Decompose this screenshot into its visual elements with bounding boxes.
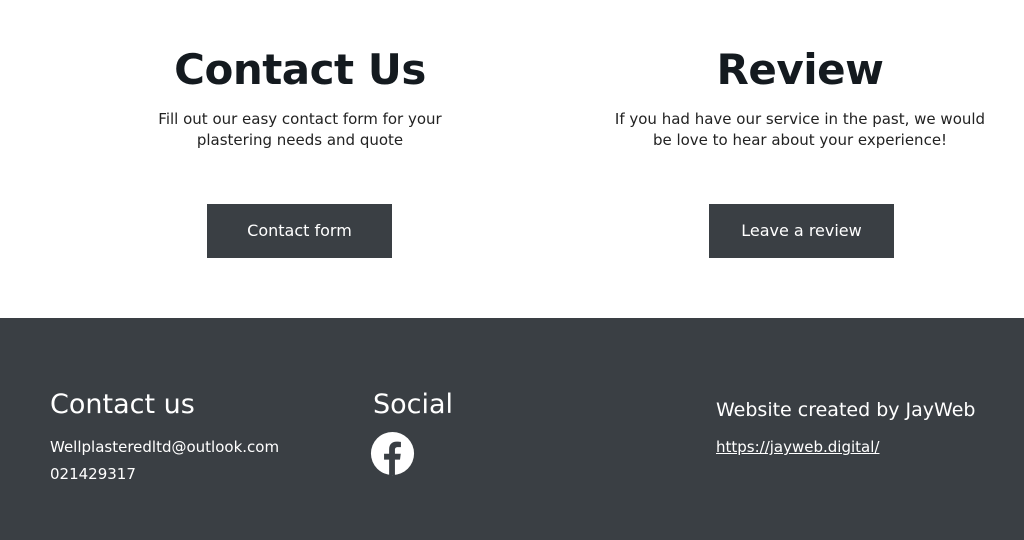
review-description: If you had have our service in the past,… — [614, 110, 986, 149]
jayweb-link[interactable]: https://jayweb.digital/ — [716, 437, 879, 457]
footer-social-heading: Social — [373, 389, 454, 420]
footer: Contact us Wellplasteredltd@outlook.com … — [0, 318, 1024, 540]
facebook-icon[interactable] — [370, 431, 415, 476]
review-title: Review — [716, 45, 884, 94]
footer-credit-heading: Website created by JayWeb — [716, 399, 976, 421]
contact-title: Contact Us — [174, 45, 426, 94]
cta-section: Contact Us Fill out our easy contact for… — [0, 0, 1024, 318]
footer-phone: 021429317 — [50, 465, 136, 483]
leave-review-button[interactable]: Leave a review — [709, 204, 894, 258]
footer-contact-heading: Contact us — [50, 389, 195, 420]
contact-form-button[interactable]: Contact form — [207, 204, 392, 258]
footer-email: Wellplasteredltd@outlook.com — [50, 438, 280, 456]
page: Contact Us Fill out our easy contact for… — [0, 0, 1024, 540]
contact-description: Fill out our easy contact form for your … — [158, 110, 442, 149]
